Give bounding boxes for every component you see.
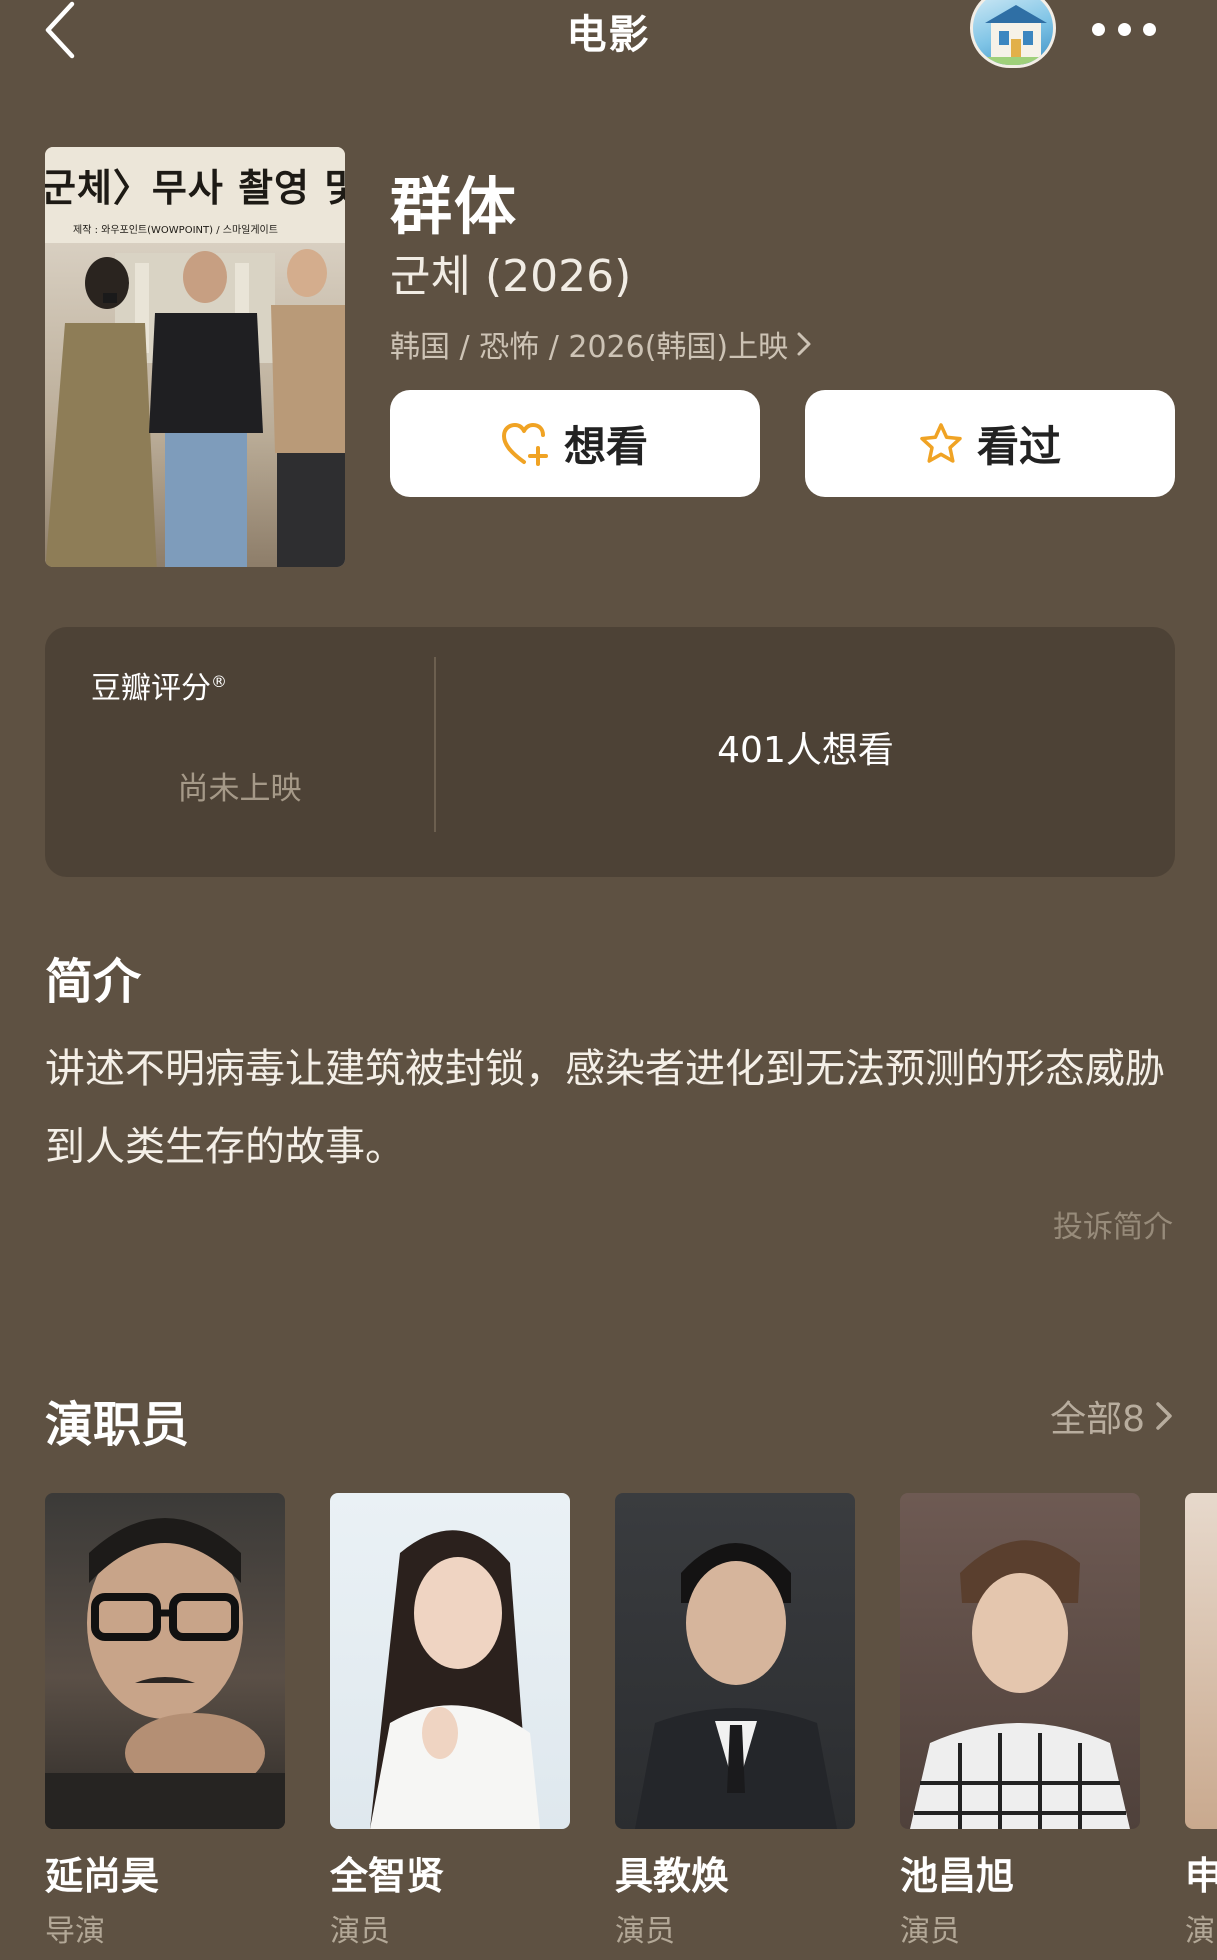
cast-photo	[615, 1493, 855, 1829]
cast-photo	[45, 1493, 285, 1829]
cast-heading: 演职员	[45, 1397, 190, 1453]
poster-banner: 군체〉무사 촬영 및 대박 제작 : 와우포인트(WOWPOINT) / 스마일…	[45, 147, 345, 243]
cast-photo	[1185, 1493, 1217, 1829]
cast-role: 演员	[900, 1914, 960, 1949]
cast-photo	[900, 1493, 1140, 1829]
poster-banner-subtext: 제작 : 와우포인트(WOWPOINT) / 스마일게이트	[73, 225, 278, 236]
watched-label: 看过	[976, 422, 1061, 471]
rating-card[interactable]: 豆瓣评分® 尚未上映 401人想看	[45, 627, 1175, 877]
portrait-illustration	[910, 1540, 1130, 1829]
poster-photo	[45, 243, 345, 567]
cast-list[interactable]: 延尚昊 导演 全智贤 演员 具教焕 演员 池昌旭 演员 申 演	[45, 1493, 1217, 1960]
cast-role: 演	[1185, 1914, 1215, 1949]
cast-all-link[interactable]: 全部8	[1050, 1390, 1173, 1442]
cast-card[interactable]: 延尚昊 导演	[45, 1493, 285, 1950]
more-button[interactable]	[1092, 14, 1156, 44]
rating-status: 尚未上映	[177, 771, 302, 807]
report-synopsis-link[interactable]: 投诉简介	[1053, 1202, 1173, 1246]
portrait-illustration	[45, 1518, 285, 1829]
more-dot-icon	[1143, 22, 1156, 36]
cast-name: 池昌旭	[900, 1854, 1015, 1898]
cast-role: 演员	[330, 1914, 390, 1949]
want-to-watch-label: 想看	[563, 422, 648, 471]
chevron-right-icon	[1156, 1402, 1172, 1430]
want-to-watch-button[interactable]: 想看	[390, 390, 760, 497]
cast-card[interactable]: 全智贤 演员	[330, 1493, 570, 1950]
cast-role: 演员	[615, 1914, 675, 1949]
more-dot-icon	[1117, 22, 1131, 36]
more-dot-icon	[1092, 22, 1105, 36]
movie-original-title: 군체 (2026)	[390, 251, 632, 302]
top-bar: 电影	[0, 0, 1217, 72]
movie-detail-page: 电影 군체〉무사 촬영 및 대박 제작 : 와우포인트(WOWPOINT) / …	[0, 0, 1217, 1960]
star-icon	[920, 422, 962, 463]
rating-label-text: 豆瓣评分	[91, 671, 211, 706]
cast-role: 导演	[45, 1914, 105, 1949]
movie-title: 群体	[390, 170, 519, 243]
registered-mark: ®	[211, 672, 227, 691]
heart-plus-icon	[501, 422, 548, 466]
synopsis-text[interactable]: 讲述不明病毒让建筑被封锁，感染者进化到无法预测的形态威胁到人类生存的故事。	[45, 1030, 1180, 1186]
cast-name: 申	[1185, 1854, 1217, 1898]
cast-card[interactable]: 申 演	[1185, 1493, 1217, 1950]
poster-people-illustration	[45, 249, 345, 567]
cast-name: 延尚昊	[45, 1854, 160, 1898]
want-count: 401人想看	[717, 730, 894, 771]
cast-name: 具教焕	[615, 1854, 730, 1898]
synopsis-heading: 简介	[45, 954, 142, 1010]
movie-poster[interactable]: 군체〉무사 촬영 및 대박 제작 : 와우포인트(WOWPOINT) / 스마일…	[45, 147, 345, 567]
portrait-illustration	[635, 1543, 837, 1829]
portrait-illustration	[370, 1530, 540, 1829]
watched-button[interactable]: 看过	[805, 390, 1175, 497]
cast-photo	[330, 1493, 570, 1829]
poster-banner-text: 군체〉무사 촬영 및 대박	[45, 166, 345, 210]
douban-rating-label: 豆瓣评分®	[91, 663, 227, 707]
cast-card[interactable]: 具教焕 演员	[615, 1493, 855, 1950]
cast-card[interactable]: 池昌旭 演员	[900, 1493, 1140, 1950]
chevron-right-icon	[797, 332, 811, 356]
cast-all-label: 全部8	[1050, 1399, 1145, 1440]
movie-meta-link[interactable]: 韩国 / 恐怖 / 2026(韩国)上映	[390, 322, 812, 366]
movie-meta-text: 韩国 / 恐怖 / 2026(韩国)上映	[390, 330, 789, 365]
cast-name: 全智贤	[330, 1854, 445, 1898]
